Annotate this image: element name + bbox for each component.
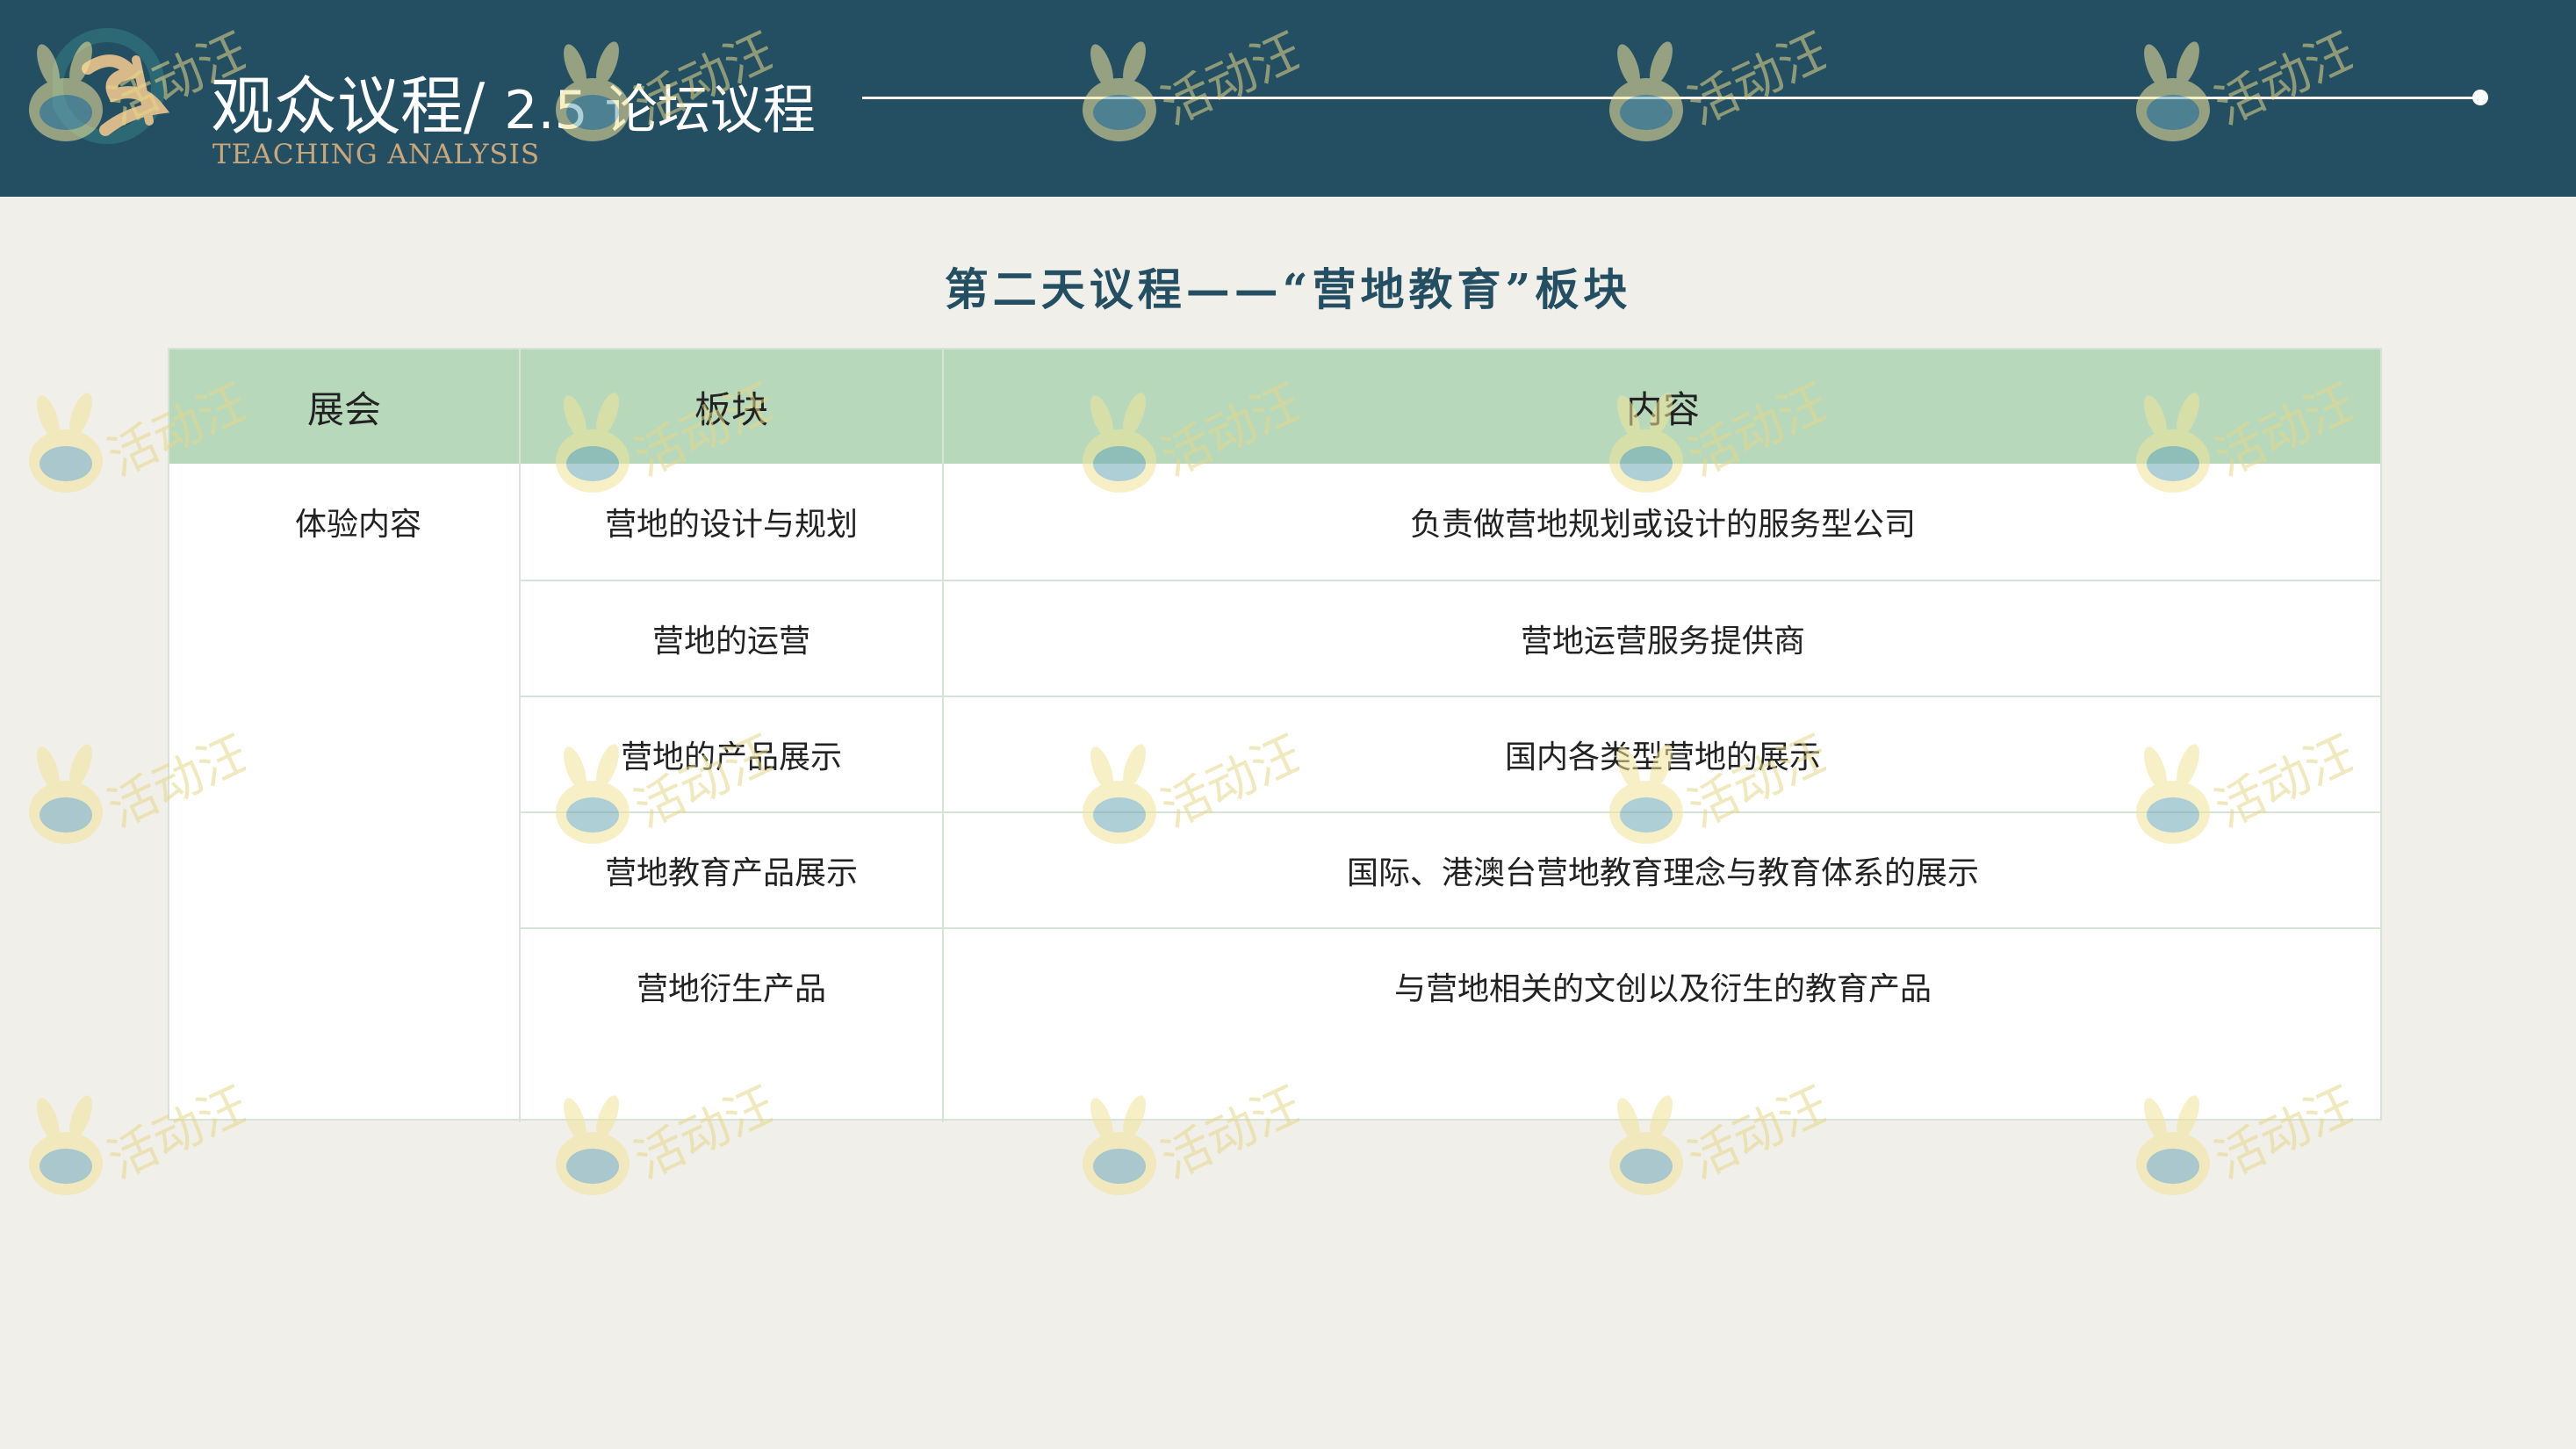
header-cell-block: 板块 [694, 387, 768, 431]
title-text: 观众议程/ [211, 69, 486, 143]
table-cell-content: 国内各类型营地的展示 [1504, 739, 1821, 775]
group-label-cell: 体验内容 [294, 507, 421, 543]
agenda-table: 展会 板块 内容 体验内容 营地的设计与规划 负责做营地规划或设计的服务型公司 … [168, 348, 2382, 1122]
table-cell-block: 营地的设计与规划 [604, 507, 858, 543]
table-cell-block: 营地的运营 [651, 624, 810, 660]
page-title: 观众议程/ 2.5 论坛议程 [211, 54, 816, 143]
section-text: 2.5 论坛议程 [504, 80, 816, 141]
table-cell-block: 营地衍生产品 [636, 971, 826, 1007]
table-cell-block: 营地教育产品展示 [604, 855, 858, 891]
table-cell-block: 营地的产品展示 [620, 739, 842, 775]
header-cell-expo: 展会 [306, 387, 381, 431]
header-bar: 观众议程/ 2.5 论坛议程 TEACHING ANALYSIS [0, 0, 2576, 197]
table-cell-content: 与营地相关的文创以及衍生的教育产品 [1393, 971, 1932, 1007]
table-cell-content: 国际、港澳台营地教育理念与教育体系的展示 [1346, 855, 1979, 891]
subtitle-text: TEACHING ANALYSIS [212, 139, 541, 170]
section-title: 第二天议程——“营地教育”板块 [944, 263, 1632, 315]
table-cell-content: 营地运营服务提供商 [1520, 624, 1805, 660]
header-cell-content: 内容 [1625, 387, 1700, 431]
header-divider [862, 97, 2481, 99]
header-divider-dot [2472, 90, 2488, 105]
calligraphy-logo-icon [53, 28, 170, 144]
table-cell-content: 负责做营地规划或设计的服务型公司 [1409, 507, 1916, 543]
